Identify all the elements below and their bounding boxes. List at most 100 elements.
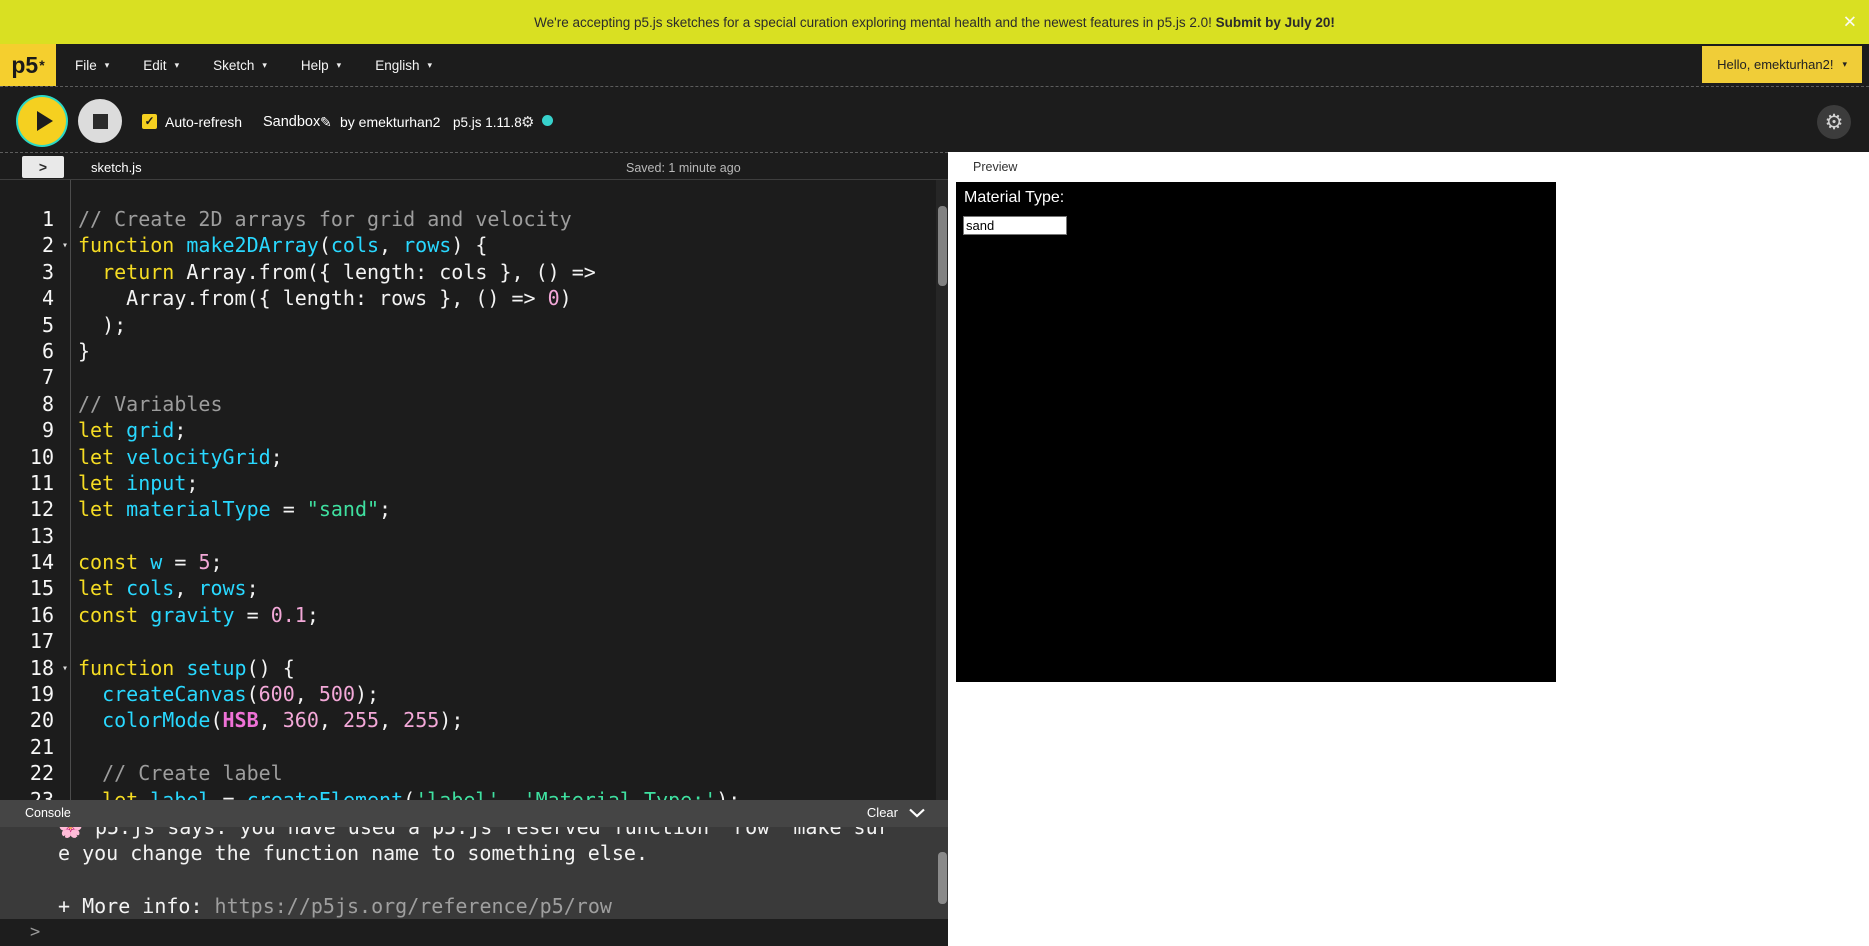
chevron-down-icon: ▾ [1842,59,1847,70]
sidebar-expand-button[interactable]: > [22,156,64,178]
code-text: const w = 5; [70,549,223,575]
code-text [70,628,78,654]
code-text: function setup() { [70,655,295,681]
file-tab-sketch-js[interactable]: sketch.js [91,160,142,175]
code-text: return Array.from({ length: cols }, () =… [70,259,596,285]
line-number: 2▾ [0,232,70,258]
preview-pane: Preview Material Type: [948,152,1869,946]
stop-icon [93,114,108,129]
user-menu-button[interactable]: Hello, emekturhan2! ▾ [1702,46,1862,83]
announcement-bold-text: Submit by July 20! [1216,15,1335,30]
play-button[interactable] [18,97,66,145]
code-text: Array.from({ length: rows }, () => 0) [70,285,572,311]
chevron-down-icon: ▾ [175,60,180,71]
announcement-text: We're accepting p5.js sketches for a spe… [534,15,1335,30]
code-line[interactable]: 20 colorMode(HSB, 360, 255, 255); [0,707,948,733]
code-text [70,523,78,549]
console-prompt[interactable]: > [0,919,948,946]
console-clear-button[interactable]: Clear [867,805,925,820]
edit-project-name-icon[interactable]: ✎ [320,114,332,131]
code-line[interactable]: 4 Array.from({ length: rows }, () => 0) [0,285,948,311]
p5-logo[interactable]: p5* [0,44,56,86]
code-text: } [70,338,90,364]
code-editor[interactable]: 1// Create 2D arrays for grid and veloci… [0,180,948,800]
user-menu-label: Hello, emekturhan2! [1717,57,1833,72]
auto-refresh-checkbox[interactable]: ✓ [142,114,157,129]
code-line[interactable]: 18▾function setup() { [0,655,948,681]
console-clear-label: Clear [867,805,898,820]
code-line[interactable]: 9let grid; [0,417,948,443]
material-type-label: Material Type: [964,189,1064,207]
code-line[interactable]: 14const w = 5; [0,549,948,575]
chevron-down-icon: ▾ [427,60,432,71]
editor-pane: > sketch.js Saved: 1 minute ago 1// Crea… [0,152,948,946]
console-title: Console [25,806,71,820]
menu-sketch[interactable]: Sketch▾ [196,44,284,86]
version-gear-icon[interactable]: ⚙ [521,113,534,131]
code-text: let cols, rows; [70,575,259,601]
code-text: let label = createElement('label', 'Mate… [70,787,740,800]
menu-label: Help [301,58,329,73]
code-line[interactable]: 8// Variables [0,391,948,417]
editor-scrollbar-thumb[interactable] [938,206,947,286]
menu-help[interactable]: Help ▾ [284,44,358,86]
close-icon[interactable]: ✕ [1843,14,1857,31]
material-type-input[interactable] [963,216,1067,235]
line-number: 15 [0,575,70,601]
menu-label: File [75,58,97,73]
code-line[interactable]: 1// Create 2D arrays for grid and veloci… [0,206,948,232]
code-line[interactable]: 11let input; [0,470,948,496]
line-number: 7 [0,364,70,390]
code-line[interactable]: 2▾function make2DArray(cols, rows) { [0,232,948,258]
toolbar: ✓ Auto-refresh Sandbox ✎ by emekturhan2 … [0,86,1869,152]
chevron-down-icon: ▾ [337,60,342,71]
line-number: 22 [0,760,70,786]
stop-button[interactable] [78,99,122,143]
code-line[interactable]: 19 createCanvas(600, 500); [0,681,948,707]
console-scrollbar-thumb[interactable] [938,852,947,904]
code-line[interactable]: 13 [0,523,948,549]
code-text: ); [70,312,126,338]
console-header: Console Clear [0,800,948,827]
menu-english[interactable]: English▾ [358,44,449,86]
code-line[interactable]: 17 [0,628,948,654]
menu-edit[interactable]: Edit ▾ [126,44,196,86]
reference-link[interactable]: https://p5js.org/reference/p5/row [215,894,612,918]
code-lines: 1// Create 2D arrays for grid and veloci… [0,180,948,800]
sketch-canvas[interactable]: Material Type: [956,182,1556,682]
chevron-down-icon: ▾ [105,60,110,71]
code-line[interactable]: 3 return Array.from({ length: cols }, ()… [0,259,948,285]
fold-arrow-icon[interactable]: ▾ [62,656,68,682]
code-text [70,734,78,760]
code-line[interactable]: 23 let label = createElement('label', 'M… [0,787,948,800]
project-byline: by emekturhan2 [340,114,440,130]
code-line[interactable]: 5 ); [0,312,948,338]
preview-title: Preview [973,160,1017,174]
code-line[interactable]: 16const gravity = 0.1; [0,602,948,628]
code-line[interactable]: 7 [0,364,948,390]
line-number: 6 [0,338,70,364]
code-text: // Variables [70,391,223,417]
code-text: colorMode(HSB, 360, 255, 255); [70,707,463,733]
code-line[interactable]: 21 [0,734,948,760]
chevron-down-icon[interactable] [909,808,925,818]
line-number: 18▾ [0,655,70,681]
fold-arrow-icon[interactable]: ▾ [62,233,68,259]
line-number: 3 [0,259,70,285]
code-line[interactable]: 22 // Create label [0,760,948,786]
settings-button[interactable]: ⚙ [1817,105,1851,139]
code-line[interactable]: 12let materialType = "sand"; [0,496,948,522]
code-text: let materialType = "sand"; [70,496,391,522]
code-line[interactable]: 6} [0,338,948,364]
menu-file[interactable]: File ▾ [58,44,126,86]
line-number: 20 [0,707,70,733]
flower-icon: 🌸 [58,827,83,839]
code-line[interactable]: 10let velocityGrid; [0,444,948,470]
version-label: p5.js 1.11.8 [453,115,522,130]
code-text: // Create 2D arrays for grid and velocit… [70,206,572,232]
code-line[interactable]: 15let cols, rows; [0,575,948,601]
menu-label: Edit [143,58,166,73]
gear-icon: ⚙ [1825,112,1844,133]
line-number: 16 [0,602,70,628]
prompt-chevron-icon: > [30,922,40,942]
